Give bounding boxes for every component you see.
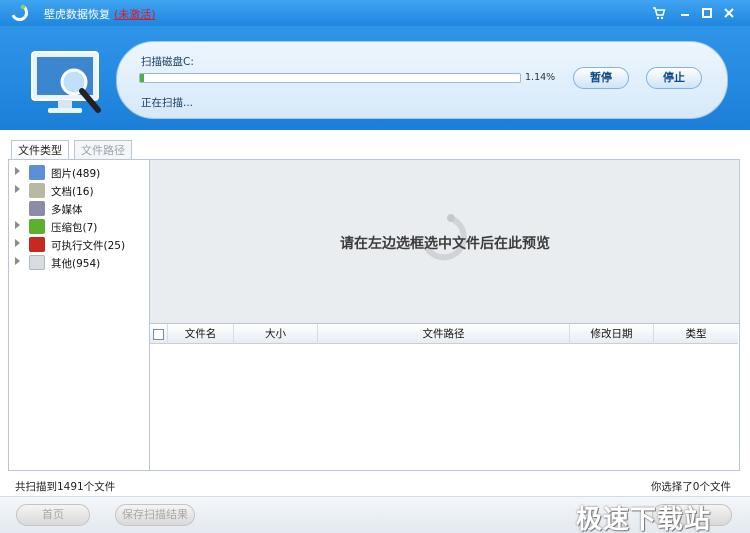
column-modified-date[interactable]: 修改日期	[570, 324, 654, 344]
pause-button[interactable]: 暂停	[573, 67, 629, 89]
document-icon	[29, 183, 45, 198]
expand-arrow-icon[interactable]	[15, 167, 20, 175]
scan-progress-fill	[140, 74, 145, 82]
table-header: 文件名 大小 文件路径 修改日期 类型	[150, 324, 738, 344]
close-icon[interactable]	[720, 4, 738, 22]
expand-arrow-icon[interactable]	[15, 185, 20, 193]
column-type[interactable]: 类型	[654, 324, 738, 344]
media-icon	[29, 201, 45, 216]
image-icon	[29, 165, 45, 180]
scanned-count-text: 共扫描到1491个文件	[15, 481, 116, 493]
monitor-scan-icon	[31, 51, 101, 113]
tab-file-path[interactable]: 文件路径	[74, 140, 132, 160]
column-size[interactable]: 大小	[234, 324, 318, 344]
column-path[interactable]: 文件路径	[318, 324, 570, 344]
expand-arrow-icon[interactable]	[15, 221, 20, 229]
tree-label: 多媒体	[51, 204, 83, 216]
select-all-checkbox[interactable]	[153, 329, 164, 340]
scan-panel: 扫描磁盘C: 1.14% 正在扫描... 暂停 停止	[116, 41, 728, 119]
save-scan-results-button[interactable]: 保存扫描结果	[115, 504, 195, 526]
bottom-toolbar: 首页 保存扫描结果 极速下载站	[0, 496, 750, 533]
column-filename[interactable]: 文件名	[168, 324, 234, 344]
site-watermark: 极速下载站	[576, 505, 712, 533]
title-bar: 壁虎数据恢复 (未激活)	[0, 0, 750, 26]
file-type-tree: 图片(489) 文档(16) 多媒体 压缩包(7) 可执行文件(25) 其他(9…	[8, 159, 150, 471]
selected-count-text: 你选择了0个文件	[650, 481, 731, 493]
tree-label: 其他(954)	[51, 258, 101, 270]
expand-arrow-icon[interactable]	[15, 257, 20, 265]
home-button[interactable]: 首页	[16, 504, 90, 526]
scan-disk-label: 扫描磁盘C:	[141, 56, 194, 68]
cart-icon[interactable]	[650, 4, 668, 22]
tree-label: 压缩包(7)	[51, 222, 98, 234]
status-bar: 共扫描到1491个文件 你选择了0个文件	[8, 474, 740, 496]
archive-icon	[29, 219, 45, 234]
preview-hint: 请在左边选框选中文件后在此预览	[340, 236, 550, 252]
app-logo-icon	[11, 4, 29, 22]
tree-label: 文档(16)	[51, 186, 94, 198]
tab-file-type[interactable]: 文件类型	[11, 140, 69, 160]
scan-progress-bar	[139, 73, 521, 83]
minimize-icon[interactable]	[676, 4, 694, 22]
tree-label: 可执行文件(25)	[51, 240, 126, 252]
app-name: 壁虎数据恢复	[44, 8, 110, 21]
executable-icon	[29, 237, 45, 252]
app-title: 壁虎数据恢复 (未激活)	[44, 6, 156, 22]
maximize-icon[interactable]	[698, 4, 716, 22]
tree-label: 图片(489)	[51, 168, 101, 180]
scan-header: 扫描磁盘C: 1.14% 正在扫描... 暂停 停止	[0, 26, 750, 130]
stop-button[interactable]: 停止	[646, 67, 702, 89]
select-all-cell	[150, 324, 168, 344]
scan-status-text: 正在扫描...	[141, 97, 194, 109]
expand-arrow-icon[interactable]	[15, 239, 20, 247]
file-list-table: 文件名 大小 文件路径 修改日期 类型	[150, 323, 740, 471]
activation-badge[interactable]: (未激活)	[114, 8, 156, 21]
other-file-icon	[29, 255, 45, 270]
scan-progress-percent: 1.14%	[525, 72, 556, 83]
preview-area: 请在左边选框选中文件后在此预览	[150, 159, 740, 323]
